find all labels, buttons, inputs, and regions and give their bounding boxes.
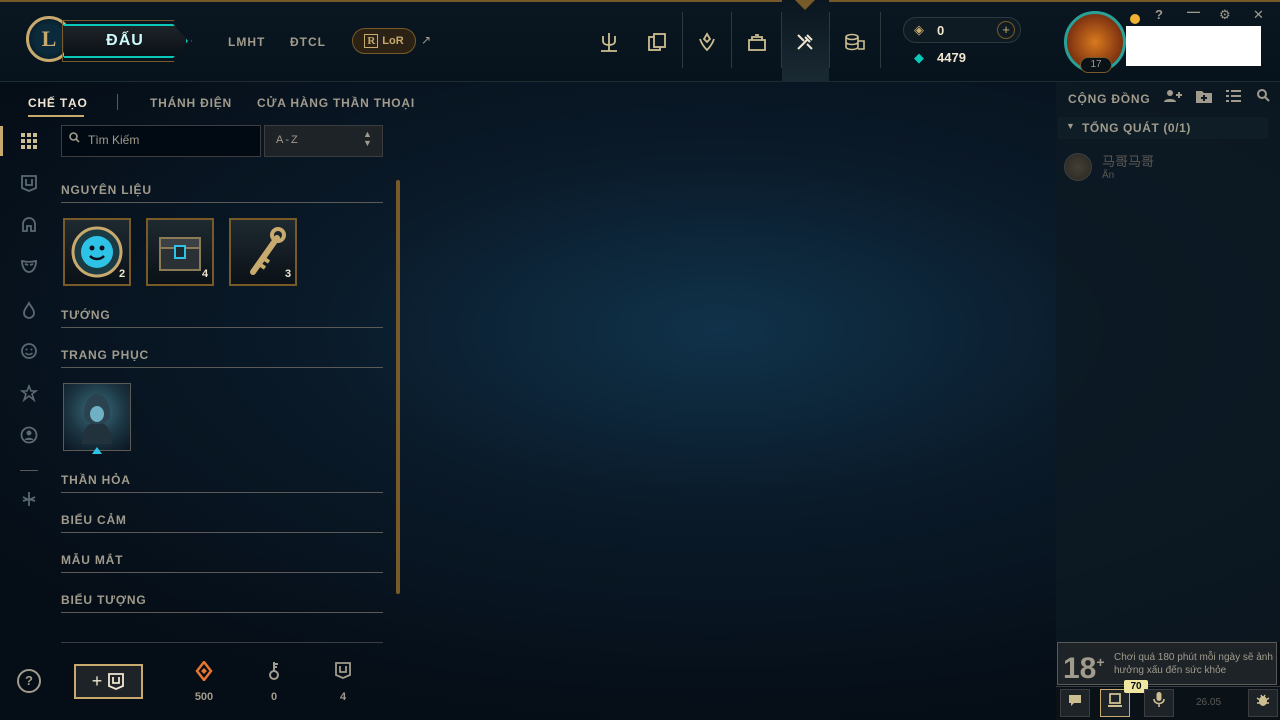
loot-icon[interactable] xyxy=(743,28,771,56)
notifications-icon[interactable] xyxy=(1100,689,1130,717)
rp-value: 0 xyxy=(937,23,945,38)
chest-icon xyxy=(108,673,125,690)
loot-count: 4 xyxy=(202,268,209,280)
section-divider xyxy=(61,367,383,368)
section-divider xyxy=(61,612,383,613)
trident-icon[interactable] xyxy=(595,28,623,56)
tab-mythic-shop[interactable]: CỬA HÀNG THẦN THOẠI xyxy=(257,96,415,110)
nav-separator xyxy=(880,12,881,68)
loot-count: 2 xyxy=(119,268,126,280)
settings-gear-icon[interactable]: ⚙ xyxy=(1219,7,1231,23)
social-title: CỘNG ĐỒNG xyxy=(1068,92,1151,106)
key-fragment-value: 0 xyxy=(270,691,278,703)
orange-essence-icon xyxy=(189,659,219,686)
lor-label: LoR xyxy=(382,35,404,47)
nav-separator xyxy=(781,12,782,68)
online-status-dot[interactable] xyxy=(1130,14,1140,24)
loot-skin-shard[interactable] xyxy=(63,383,131,451)
chest-count-value: 4 xyxy=(339,691,347,703)
section-champions: TƯỚNG xyxy=(61,308,111,322)
close-button[interactable]: ✕ xyxy=(1253,7,1264,23)
section-materials: NGUYÊN LIỆU xyxy=(61,183,152,197)
minimize-button[interactable]: — xyxy=(1187,4,1200,19)
chest-count-icon xyxy=(328,661,358,684)
age-rating-badge: 18+ xyxy=(1063,652,1105,685)
lmht-link[interactable]: LMHT xyxy=(228,35,265,49)
add-folder-icon[interactable] xyxy=(1196,89,1212,106)
summoner-name-redacted xyxy=(1126,26,1261,66)
add-friend-icon[interactable] xyxy=(1164,89,1182,106)
chest-category-icon[interactable] xyxy=(16,170,42,196)
emote-category-icon[interactable] xyxy=(16,338,42,364)
add-chest-button[interactable]: + xyxy=(74,664,143,699)
external-link-icon: ↗ xyxy=(421,33,432,47)
blue-essence-value: 4479 xyxy=(937,50,966,65)
active-tab-underline xyxy=(28,115,84,117)
key-fragment-icon xyxy=(259,661,289,686)
mask-category-icon[interactable] xyxy=(16,253,42,279)
blue-essence-icon: ◆ xyxy=(914,50,924,65)
side-separator xyxy=(20,470,38,471)
section-emotes: BIỂU CẢM xyxy=(61,513,127,527)
chevron-down-icon: ▼ xyxy=(1066,121,1075,131)
plus-label: + xyxy=(91,671,103,691)
chat-icon[interactable] xyxy=(1060,689,1090,717)
sort-value: A-Z xyxy=(276,134,300,146)
help-button[interactable]: ? xyxy=(17,669,41,693)
section-divider xyxy=(61,492,383,493)
search-icon xyxy=(69,132,80,146)
lor-icon: R xyxy=(364,34,379,48)
bug-report-icon[interactable] xyxy=(1248,689,1278,717)
helmet-category-icon[interactable] xyxy=(16,212,42,238)
tft-link[interactable]: ĐTCL xyxy=(290,35,326,49)
sort-chevron-icon: ▲ ▼ xyxy=(363,129,372,148)
orange-essence-value: 500 xyxy=(194,691,214,703)
disenchant-category-icon[interactable] xyxy=(16,486,42,512)
section-wards: THẦN HỎA xyxy=(61,473,131,487)
scrollbar[interactable] xyxy=(396,180,400,594)
play-button[interactable]: ĐẤU xyxy=(64,24,188,58)
eye-category-icon[interactable] xyxy=(16,380,42,406)
lor-button[interactable]: R LoR xyxy=(352,28,416,54)
loot-count: 3 xyxy=(285,268,292,280)
nav-active-caret xyxy=(795,0,815,10)
nav-separator xyxy=(829,12,830,68)
footer-divider xyxy=(61,642,383,643)
friend-avatar[interactable] xyxy=(1064,153,1092,181)
nav-separator xyxy=(682,12,683,68)
list-view-icon[interactable] xyxy=(1226,89,1241,105)
client-version: 26.05 xyxy=(1196,697,1222,708)
social-search-icon[interactable] xyxy=(1257,89,1270,105)
section-divider xyxy=(61,327,383,328)
side-active-indicator xyxy=(0,126,3,156)
level-badge: 17 xyxy=(1080,57,1112,73)
section-icons: BIỂU TƯỢNG xyxy=(61,593,147,607)
friend-status: Ẩn xyxy=(1102,170,1115,181)
microphone-icon[interactable] xyxy=(1144,689,1174,717)
section-divider xyxy=(61,532,383,533)
store-coins-icon[interactable] xyxy=(841,28,869,56)
search-placeholder: Tìm Kiếm xyxy=(88,133,140,147)
rp-icon: ◈ xyxy=(914,22,924,37)
ranked-icon[interactable] xyxy=(693,28,721,56)
skin-indicator-icon xyxy=(92,447,102,454)
crafting-icon[interactable] xyxy=(791,28,819,56)
friend-group-label: TỔNG QUÁT (0/1) xyxy=(1082,121,1192,135)
help-window-button[interactable]: ? xyxy=(1155,7,1163,22)
grid-all-icon[interactable] xyxy=(16,128,42,154)
friend-name[interactable]: 马哥马哥 xyxy=(1102,151,1154,170)
section-divider xyxy=(61,202,383,203)
section-skins: TRANG PHỤC xyxy=(61,348,149,362)
tab-crafting[interactable]: CHẾ TẠO xyxy=(28,96,88,110)
buy-rp-button[interactable]: + xyxy=(997,21,1015,39)
age-rating-text: Chơi quá 180 phút mỗi ngày sẽ ảnh hưởng … xyxy=(1114,652,1273,676)
section-divider xyxy=(61,572,383,573)
section-eyes: MẪU MẮT xyxy=(61,553,124,567)
subtab-separator xyxy=(117,94,118,110)
collection-icon[interactable] xyxy=(643,28,671,56)
profile-icon-category-icon[interactable] xyxy=(16,422,42,448)
nav-separator xyxy=(731,12,732,68)
ward-category-icon[interactable] xyxy=(16,297,42,323)
tab-sanctum[interactable]: THÁNH ĐIỆN xyxy=(150,96,232,110)
